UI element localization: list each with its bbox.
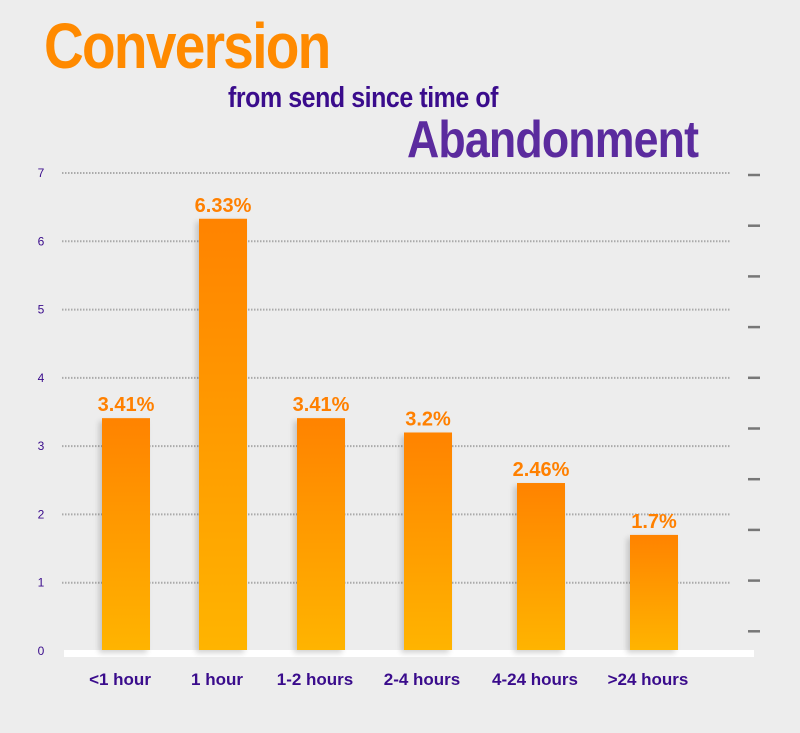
- bar: [517, 483, 565, 650]
- y-tick-label: 6: [38, 234, 45, 248]
- data-label: 3.41%: [293, 394, 350, 416]
- data-label: 3.2%: [405, 408, 451, 430]
- bar: [404, 432, 452, 650]
- x-tick-label: 1-2 hours: [277, 670, 354, 689]
- x-tick-label: <1 hour: [89, 670, 151, 689]
- data-label: 6.33%: [195, 195, 252, 217]
- data-label: 3.41%: [98, 394, 155, 416]
- y-axis: 0 1 2 3 4 5 6 7: [38, 166, 45, 658]
- value-labels: 3.41% 6.33% 3.41% 3.2% 2.46% 1.7%: [98, 195, 677, 533]
- gridlines: [62, 172, 730, 584]
- y-tick-label: 3: [38, 439, 45, 453]
- bar: [102, 418, 150, 650]
- x-tick-label: 4-24 hours: [492, 670, 578, 689]
- y-tick-label: 7: [38, 166, 45, 180]
- y-tick-label: 1: [38, 576, 45, 590]
- data-label: 1.7%: [631, 511, 677, 533]
- y-tick-label: 5: [38, 303, 45, 317]
- bar: [199, 218, 247, 650]
- right-tick-marks: [748, 173, 760, 633]
- bar: [297, 418, 345, 650]
- y-tick-label: 0: [38, 644, 45, 658]
- baseline-axis: [64, 650, 754, 657]
- bar-chart: 0 1 2 3 4 5 6 7 3.41% 6.33% 3.41% 3.2% 2.46% 1.7% <1…: [38, 166, 760, 689]
- x-tick-label: >24 hours: [608, 670, 689, 689]
- bar: [630, 534, 678, 650]
- x-tick-label: 1 hour: [191, 670, 243, 689]
- x-axis: <1 hour 1 hour 1-2 hours 2-4 hours 4-24 hour…: [89, 670, 688, 689]
- y-tick-label: 4: [38, 371, 45, 385]
- x-tick-label: 2-4 hours: [384, 670, 461, 689]
- data-label: 2.46%: [513, 459, 570, 481]
- bars: [102, 218, 678, 650]
- y-tick-label: 2: [38, 507, 45, 521]
